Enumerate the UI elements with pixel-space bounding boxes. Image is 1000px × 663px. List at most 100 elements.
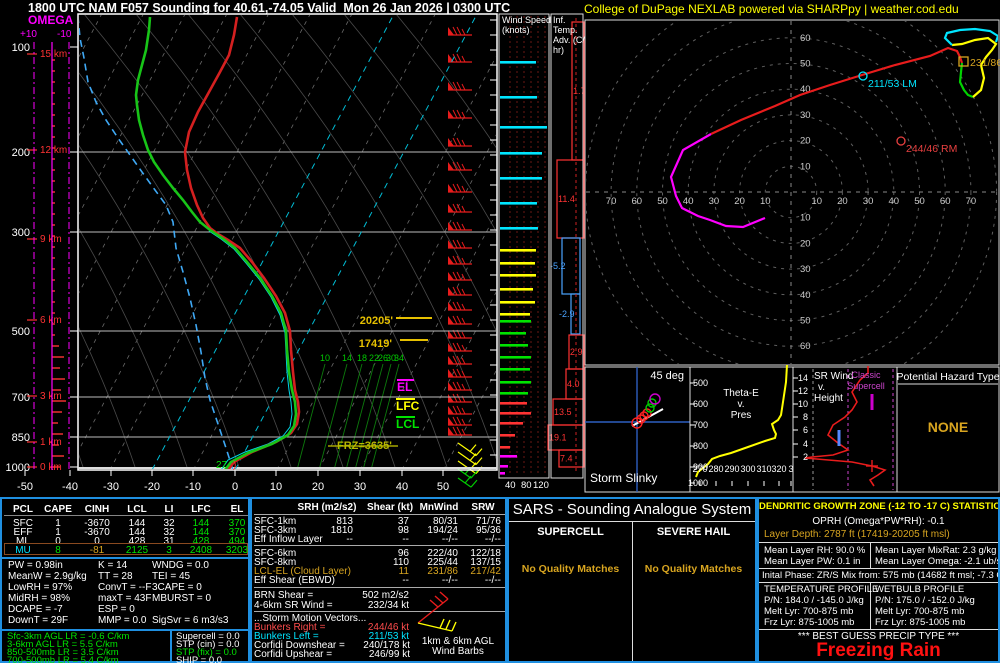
pressure-label: 300 <box>12 227 30 239</box>
wind-speed-bar <box>500 126 547 129</box>
temp-adv-value: 7.4 <box>560 454 573 464</box>
omega-minus-label: -10 <box>57 29 72 40</box>
hodograph-low-trace <box>671 134 765 227</box>
precip-type-value: Freezing Rain <box>759 641 998 661</box>
temp-adv-value: 13.5 <box>554 407 572 417</box>
temperature-label: 50 <box>437 481 449 493</box>
hodo-axis-label: 70 <box>966 196 977 207</box>
thermo-value: ESP = 0 <box>98 605 135 616</box>
pcl-header: LFC <box>182 504 220 515</box>
cell: 3 <box>156 545 182 556</box>
lapse-rate: 700-500mb LR = 5.4 C/km <box>7 656 119 663</box>
thermo-value: TEI = 45 <box>152 572 190 583</box>
hazard-title: Potential Hazard Type <box>896 371 999 383</box>
freezing-level-label: FRZ=3635' <box>337 440 392 452</box>
temp-adv-value: 4.0 <box>567 379 580 389</box>
dgz-mean-rh: Mean Layer RH: 90.0 % <box>764 546 865 556</box>
pcl-header: LCL <box>118 504 156 515</box>
sounding-chart: 10141822263034100200300500700850100015 k… <box>0 0 1000 497</box>
thermo-value: MeanW = 2.9g/kg <box>8 572 87 583</box>
hodo-axis-label: 60 <box>800 33 811 44</box>
thetae-pressure-label: 600 <box>693 399 708 409</box>
temp-adv-value: 1.7 <box>573 86 586 96</box>
hodo-axis-label: 60 <box>800 341 811 352</box>
dgz-layer-depth: Layer Depth: 2787 ft (17419-20205 ft msl… <box>764 530 950 541</box>
srwind-title-2: v. <box>818 382 825 393</box>
mixing-ratio-label: 18 <box>357 353 367 363</box>
temperature-label: -50 <box>17 481 33 493</box>
thetae-pressure-label: 500 <box>693 378 708 388</box>
hodo-axis-label: 10 <box>800 161 811 172</box>
composite-index: SHIP = 0.0 <box>176 656 222 663</box>
caption-wind-barbs-icon <box>390 591 460 637</box>
thermo-value: DCAPE = -7 <box>8 605 63 616</box>
dgz-initial-phase: Inital Phase: ZR/S Mix from: 575 mb (146… <box>762 571 998 581</box>
temperature-label: -10 <box>185 481 201 493</box>
cell: -81 <box>76 545 118 556</box>
wind-speed-bar <box>500 320 531 323</box>
thetae-x-label: 300 <box>740 464 755 474</box>
temperature-label: -30 <box>103 481 119 493</box>
hodograph-mid-trace <box>711 48 962 134</box>
sars-supercell-header: SUPERCELL <box>509 527 632 539</box>
wind-axis-label-40: 40 <box>505 481 516 491</box>
right-mover-label: 244/46 RM <box>906 143 957 155</box>
hodo-axis-label: 20 <box>800 136 811 147</box>
mixing-ratio-label: 14 <box>342 353 352 363</box>
thermo-value: DownT = 29F <box>8 616 68 627</box>
hazard-value: NONE <box>928 419 968 435</box>
left-mover-label: 211/53 LM <box>868 78 917 90</box>
thermo-value: TT = 28 <box>98 572 133 583</box>
hodo-axis-label: 40 <box>889 196 900 207</box>
hazard-panel: Potential Hazard Type NONE <box>896 367 999 492</box>
dgz-wetbulb-frz: Frz Lyr: 875-1005 mb <box>875 618 965 628</box>
sars-hail-result: No Quality Matches <box>632 564 755 575</box>
thermo-panel: PCL CAPE CINH LCL LI LFC EL SFC 1 -3670 … <box>0 497 250 663</box>
wind-speed-bar <box>500 274 536 277</box>
wind-speed-bar <box>500 344 528 347</box>
sharppy-sounding-app: 1800 UTC NAM F057 Sounding for 40.61,-74… <box>0 0 1000 663</box>
corfidi-up-label: Corfidi Upshear = <box>254 650 332 661</box>
thermo-value: 3CAPE = 0 <box>152 583 202 594</box>
dgz-panel: DENDRITIC GROWTH ZONE (-12 TO -17 C) STA… <box>757 497 1000 663</box>
adv-panel-header-4: hr) <box>553 46 564 55</box>
omega-reference-lines <box>34 42 69 470</box>
pcl-header: CAPE <box>40 504 76 515</box>
wind-speed-bar <box>500 368 530 371</box>
cell: 2408 <box>182 545 220 556</box>
hodo-axis-label: 50 <box>800 316 811 327</box>
km-label: 12 km <box>40 145 67 156</box>
hodo-axis-label: 20 <box>800 238 811 249</box>
dgz-wetbulb-profile-title: WETBULB PROFILE <box>875 585 964 595</box>
srwind-height-label: 2 <box>803 452 808 462</box>
wind-speed-bar <box>500 402 527 405</box>
srwind-height-label: 4 <box>803 439 808 449</box>
hodo-axis-label: 70 <box>606 196 617 207</box>
kin-header: Shear (kt) <box>364 503 416 514</box>
wind-speed-bar <box>500 61 536 64</box>
hodo-axis-label: 30 <box>800 110 811 121</box>
hodo-axis-label: 50 <box>800 59 811 70</box>
omega-title: OMEGA <box>28 13 74 27</box>
pcl-header: PCL <box>6 504 40 515</box>
corfidi-up-value: 246/99 kt <box>330 650 410 661</box>
thermo-value: MBURST = 0 <box>152 594 211 605</box>
thermo-value: MMP = 0.0 <box>98 616 146 627</box>
thetae-title-3: Pres <box>731 410 752 421</box>
srwind-annotation-1: Classic <box>851 370 881 380</box>
temperature-curve <box>185 17 299 470</box>
omega-plus-label: +10 <box>20 29 37 40</box>
mixing-ratio-label: 34 <box>394 353 404 363</box>
thetae-x-label: 320 <box>771 464 786 474</box>
kinematics-panel: SRH (m2/s2) Shear (kt) MnWind SRW SFC-1k… <box>250 497 507 663</box>
cell: --/-- <box>404 535 458 546</box>
hodo-axis-label: 50 <box>657 196 668 207</box>
hodograph-cyan-trace <box>945 29 998 45</box>
hodo-axis-label: 30 <box>709 196 720 207</box>
pressure-label: 1000 <box>6 462 30 474</box>
wind-speed-bar <box>500 434 515 437</box>
dgz-title: DENDRITIC GROWTH ZONE (-12 TO -17 C) STA… <box>759 502 998 512</box>
wind-speed-bar <box>500 472 505 475</box>
dgz-mean-mixrat: Mean Layer MixRat: 2.3 g/kg <box>875 546 998 556</box>
wind-axis-label-120: 120 <box>533 481 549 491</box>
